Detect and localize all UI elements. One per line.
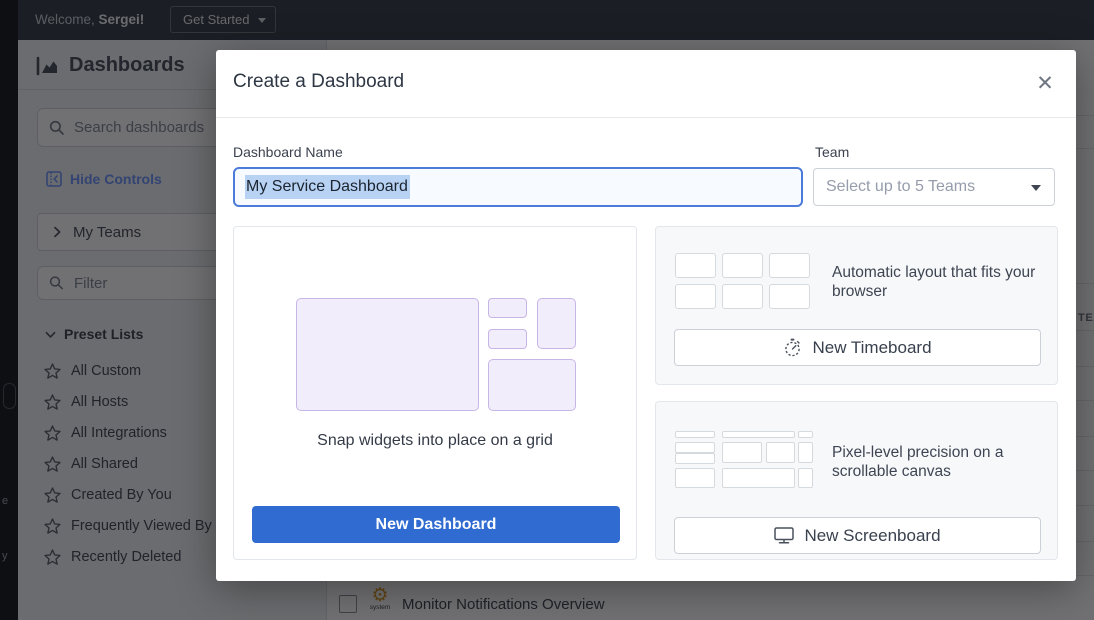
stopwatch-icon (783, 338, 802, 357)
timeboard-card: Automatic layout that fits your browser … (655, 226, 1058, 385)
auto-layout-illustration (675, 253, 815, 310)
create-dashboard-modal: Create a Dashboard ✕ Dashboard Name My S… (216, 50, 1076, 581)
card-caption: Snap widgets into place on a grid (234, 432, 636, 450)
card-description: Pixel-level precision on a scrollable ca… (832, 443, 1054, 481)
monitor-icon (774, 527, 794, 544)
team-label: Team (815, 144, 849, 160)
new-screenboard-button[interactable]: New Screenboard (674, 517, 1041, 554)
new-timeboard-button[interactable]: New Timeboard (674, 329, 1041, 366)
new-dashboard-button[interactable]: New Dashboard (252, 506, 620, 543)
team-select[interactable]: Select up to 5 Teams (813, 168, 1055, 206)
grid-dashboard-card: Snap widgets into place on a grid New Da… (233, 226, 637, 560)
free-layout-illustration (675, 431, 815, 488)
modal-title: Create a Dashboard (233, 71, 404, 93)
divider (216, 117, 1076, 118)
dashboard-name-label: Dashboard Name (233, 144, 343, 160)
grid-layout-illustration (296, 298, 576, 411)
dashboard-name-input[interactable]: My Service Dashboard (233, 167, 803, 207)
selected-text: My Service Dashboard (245, 175, 410, 199)
card-description: Automatic layout that fits your browser (832, 263, 1054, 301)
close-icon[interactable]: ✕ (1030, 68, 1060, 98)
chevron-down-icon (1031, 185, 1041, 191)
screenboard-card: Pixel-level precision on a scrollable ca… (655, 401, 1058, 560)
